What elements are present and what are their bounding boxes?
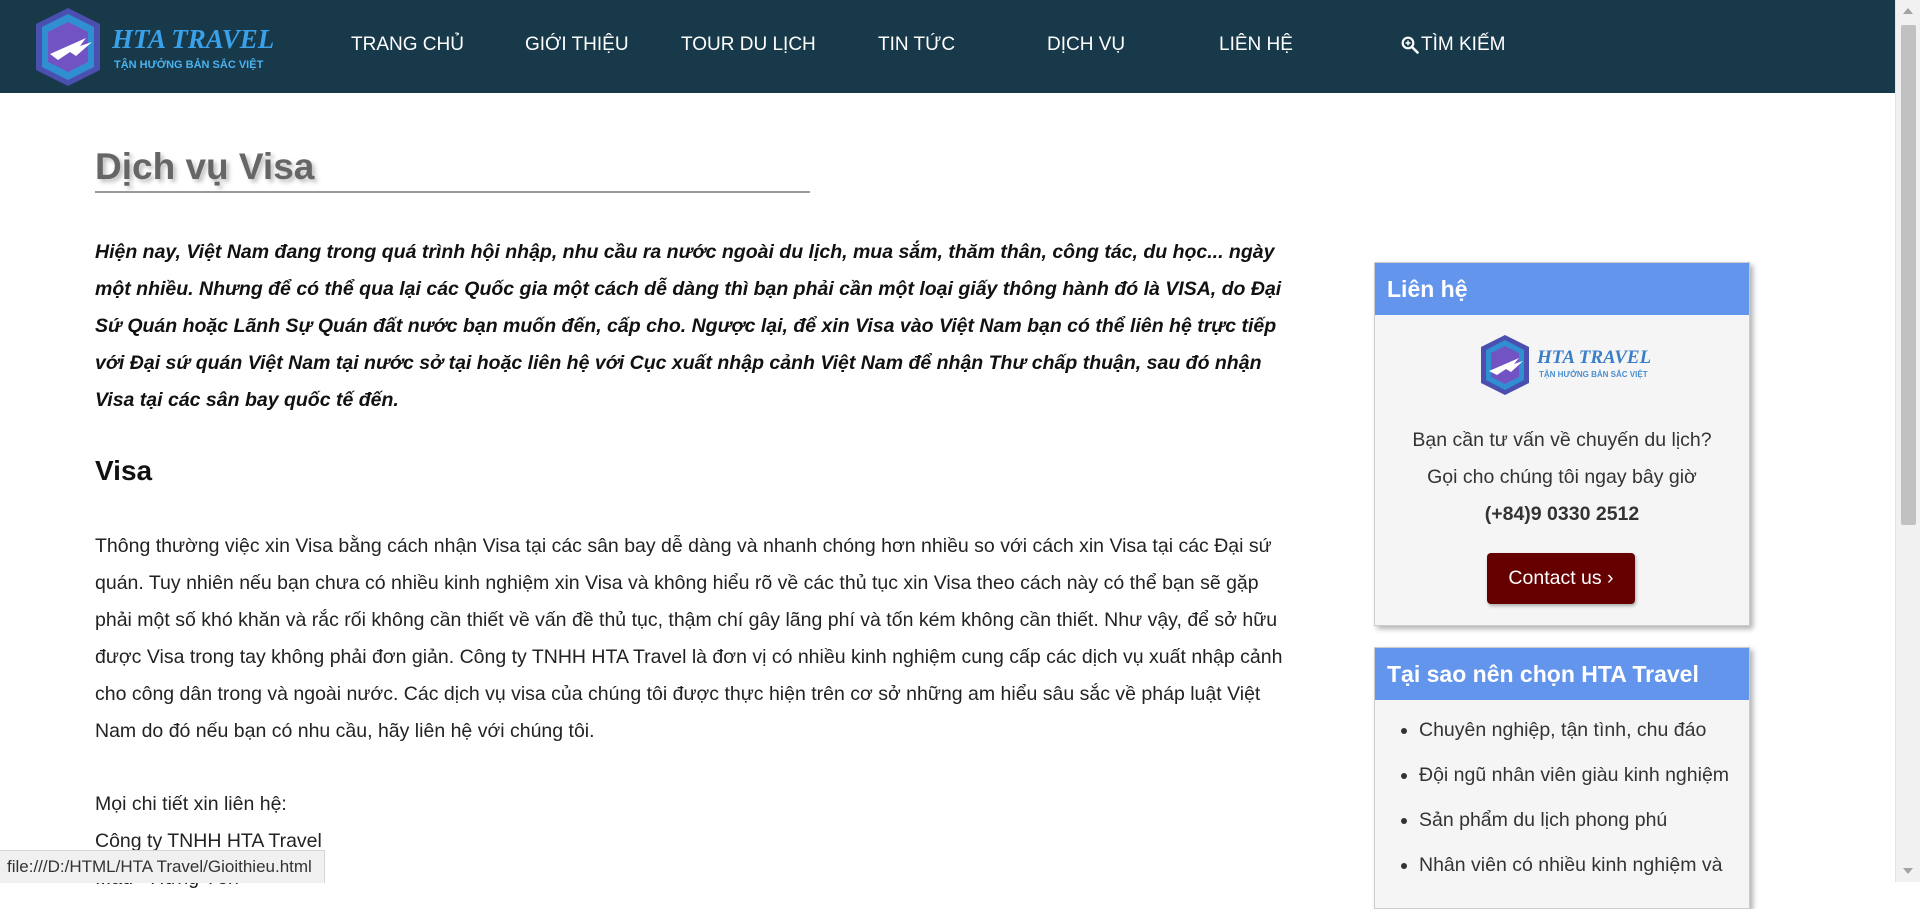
search-label: TÌM KIẾM	[1421, 34, 1506, 55]
nav-item-contact[interactable]: LIÊN HỆ	[1219, 34, 1293, 56]
sidebar-logo: HTA TRAVEL TẬN HƯỞNG BẢN SẮC VIỆT	[1481, 335, 1650, 395]
hta-travel-logo[interactable]: HTA TRAVEL TẬN HƯỞNG BẢN SẮC VIỆT	[30, 4, 275, 90]
sidebar-contact-title: Liên hệ	[1375, 263, 1749, 315]
svg-text:HTA TRAVEL: HTA TRAVEL	[111, 24, 274, 54]
search-icon	[1401, 36, 1419, 54]
scroll-thumb[interactable]	[1901, 25, 1916, 525]
section-heading-visa: Visa	[95, 455, 153, 486]
nav-item-search[interactable]: TÌM KIẾM	[1401, 34, 1505, 56]
vertical-scrollbar[interactable]	[1895, 0, 1920, 882]
svg-text:HTA TRAVEL: HTA TRAVEL	[1536, 347, 1650, 368]
nav-item-news[interactable]: TIN TỨC	[878, 34, 955, 56]
visa-body-paragraph: Thông thường việc xin Visa bằng cách nhậ…	[95, 535, 1283, 742]
scroll-up-arrow-icon[interactable]	[1903, 8, 1913, 14]
list-item: Đội ngũ nhân viên giàu kinh nghiệm	[1419, 753, 1729, 798]
intro-paragraph: Hiện nay, Việt Nam đang trong quá trình …	[95, 241, 1282, 411]
sidebar-contact-box: Liên hệ HTA TRAVEL TẬN HƯỞNG BẢN SẮC VIỆ…	[1374, 262, 1750, 626]
contact-call-text: Gọi cho chúng tôi ngay bây giờ	[1427, 466, 1697, 488]
contact-phone[interactable]: (+84)9 0330 2512	[1375, 503, 1749, 526]
site-header: HTA TRAVEL TẬN HƯỞNG BẢN SẮC VIỆT TRANG …	[0, 0, 1895, 93]
svg-text:TẬN HƯỞNG BẢN SẮC VIỆT: TẬN HƯỞNG BẢN SẮC VIỆT	[1539, 370, 1648, 379]
sidebar-why-box: Tại sao nên chọn HTA Travel Chuyên nghiệ…	[1374, 647, 1750, 909]
list-item: Chuyên nghiệp, tận tình, chu đáo	[1419, 708, 1729, 753]
svg-text:TẬN HƯỞNG BẢN SẮC VIỆT: TẬN HƯỞNG BẢN SẮC VIỆT	[114, 58, 264, 71]
list-item: Nhân viên có nhiều kinh nghiệm và	[1419, 843, 1729, 888]
contact-question: Bạn cần tư vấn về chuyến du lịch?	[1412, 429, 1712, 451]
nav-item-about[interactable]: GIỚI THIỆU	[525, 34, 629, 56]
list-item: Sản phẩm du lịch phong phú	[1419, 798, 1729, 843]
scroll-down-arrow-icon[interactable]	[1903, 868, 1913, 874]
title-underline	[95, 191, 810, 193]
nav-item-services[interactable]: DỊCH VỤ	[1047, 34, 1125, 56]
contact-us-button[interactable]: Contact us ›	[1487, 553, 1635, 604]
link-status-bar: file:///D:/HTML/HTA Travel/Gioithieu.htm…	[0, 850, 325, 883]
nav-item-home[interactable]: TRANG CHỦ	[351, 34, 464, 56]
sidebar-why-title: Tại sao nên chọn HTA Travel	[1375, 648, 1749, 700]
nav-item-tours[interactable]: TOUR DU LỊCH	[681, 34, 816, 56]
why-list: Chuyên nghiệp, tận tình, chu đáo Đội ngũ…	[1375, 708, 1729, 888]
page-title: Dịch vụ Visa	[95, 146, 315, 187]
contact-intro-text: Mọi chi tiết xin liên hệ:	[95, 793, 287, 815]
